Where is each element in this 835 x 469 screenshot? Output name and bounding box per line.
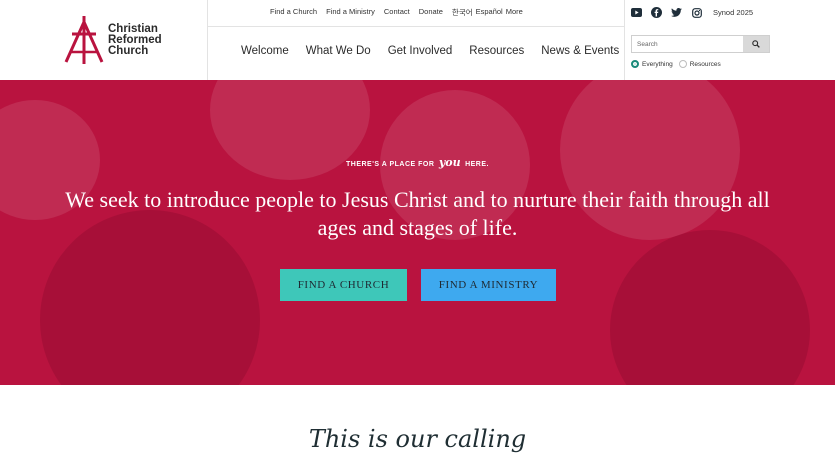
radio-unselected-icon xyxy=(678,60,687,68)
instagram-icon[interactable] xyxy=(691,7,702,18)
main-nav: Welcome What We Do Get Involved Resource… xyxy=(241,45,619,57)
search-box xyxy=(631,35,770,53)
logo-text: Christian Reformed Church xyxy=(108,22,162,57)
hero-eyebrow: THERE'S A PLACE FOR you HERE. xyxy=(0,156,835,169)
find-ministry-button[interactable]: FIND A MINISTRY xyxy=(421,269,556,301)
search-button[interactable] xyxy=(743,36,769,52)
nav-resources[interactable]: Resources xyxy=(469,45,524,57)
radio-selected-icon xyxy=(631,60,639,68)
social-links: Synod 2025 xyxy=(631,7,753,18)
utility-nav: Find a Church Find a Ministry Contact Do… xyxy=(270,7,523,19)
nav-what-we-do[interactable]: What We Do xyxy=(306,45,371,57)
nav-divider xyxy=(207,26,624,27)
hero-headline: We seek to introduce people to Jesus Chr… xyxy=(65,187,770,240)
radio-resources-label: Resources xyxy=(689,60,721,68)
logo-line-3: Church xyxy=(108,44,149,57)
hero-photo-overlay xyxy=(610,230,810,385)
util-find-church-link[interactable]: Find a Church xyxy=(270,7,317,19)
util-more-link[interactable]: More xyxy=(506,7,523,19)
nav-welcome[interactable]: Welcome xyxy=(241,45,289,57)
search-scope: Everything Resources xyxy=(631,60,721,68)
site-logo[interactable]: Christian Reformed Church xyxy=(64,14,174,66)
util-spanish-link[interactable]: Español xyxy=(476,7,503,19)
eyebrow-emphasis: you xyxy=(438,156,461,169)
util-find-ministry-link[interactable]: Find a Ministry xyxy=(326,7,375,19)
facebook-icon[interactable] xyxy=(651,7,662,18)
find-church-button[interactable]: FIND A CHURCH xyxy=(280,269,407,301)
synod-link[interactable]: Synod 2025 xyxy=(713,8,753,17)
radio-everything-label: Everything xyxy=(642,60,673,68)
cross-logo-icon xyxy=(64,16,104,64)
header-divider xyxy=(624,0,625,80)
youtube-icon[interactable] xyxy=(631,7,642,18)
nav-news-events[interactable]: News & Events xyxy=(541,45,619,57)
section-heading: This is our calling xyxy=(308,425,527,453)
radio-everything[interactable]: Everything xyxy=(631,60,673,68)
search-input[interactable] xyxy=(632,36,743,52)
search-icon xyxy=(752,40,760,48)
eyebrow-text-end: HERE. xyxy=(465,161,489,168)
nav-get-involved[interactable]: Get Involved xyxy=(388,45,453,57)
logo-line-2: Reformed xyxy=(108,33,162,46)
site-header: Christian Reformed Church Find a Church … xyxy=(0,0,835,80)
logo-line-1: Christian xyxy=(108,22,158,35)
hero-banner: THERE'S A PLACE FOR you HERE. We seek to… xyxy=(0,80,835,385)
util-donate-link[interactable]: Donate xyxy=(419,7,443,19)
eyebrow-text: THERE'S A PLACE FOR xyxy=(346,161,435,168)
util-korean-link[interactable]: 한국어 xyxy=(452,7,473,19)
radio-resources[interactable]: Resources xyxy=(678,60,721,68)
util-contact-link[interactable]: Contact xyxy=(384,7,410,19)
header-divider xyxy=(207,0,208,80)
twitter-icon[interactable] xyxy=(671,7,682,18)
